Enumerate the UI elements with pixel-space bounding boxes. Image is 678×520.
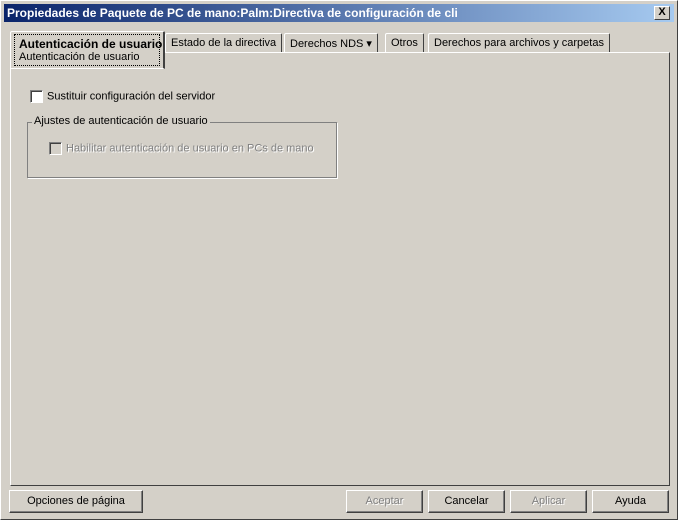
enable-auth-checkbox-row: Habilitar autenticación de usuario en PC… — [49, 142, 314, 155]
group-label: Ajustes de autenticación de usuario — [32, 115, 210, 127]
tab-label: Autenticación de usuario — [19, 37, 163, 51]
close-button[interactable]: X — [654, 6, 670, 20]
enable-auth-checkbox — [49, 142, 62, 155]
override-label: Sustituir configuración del servidor — [47, 90, 216, 103]
apply-button[interactable]: Aplicar — [510, 490, 587, 513]
tab-autenticacion[interactable]: Autenticación de usuario Autenticación de… — [10, 31, 165, 69]
tab-estado-directiva[interactable]: Estado de la directiva — [165, 33, 283, 53]
cancel-button[interactable]: Cancelar — [428, 490, 505, 513]
accept-button[interactable]: Aceptar — [346, 490, 423, 513]
help-button[interactable]: Ayuda — [592, 490, 669, 513]
tab-otros[interactable]: Otros — [385, 33, 424, 53]
tab-derechos-archivos[interactable]: Derechos para archivos y carpetas — [428, 33, 610, 53]
page-options-button[interactable]: Opciones de página — [9, 490, 143, 513]
override-checkbox[interactable] — [30, 90, 43, 103]
override-checkbox-row[interactable]: Sustituir configuración del servidor — [30, 90, 215, 103]
tab-sublabel: Autenticación de usuario — [19, 51, 140, 63]
dialog-window: Propiedades de Paquete de PC de mano:Pal… — [0, 0, 678, 520]
title-bar: Propiedades de Paquete de PC de mano:Pal… — [4, 4, 674, 22]
enable-auth-label: Habilitar autenticación de usuario en PC… — [66, 142, 314, 155]
tab-derechos-nds[interactable]: Derechos NDS ▾ — [284, 33, 378, 53]
window-title: Propiedades de Paquete de PC de mano:Pal… — [7, 6, 458, 20]
